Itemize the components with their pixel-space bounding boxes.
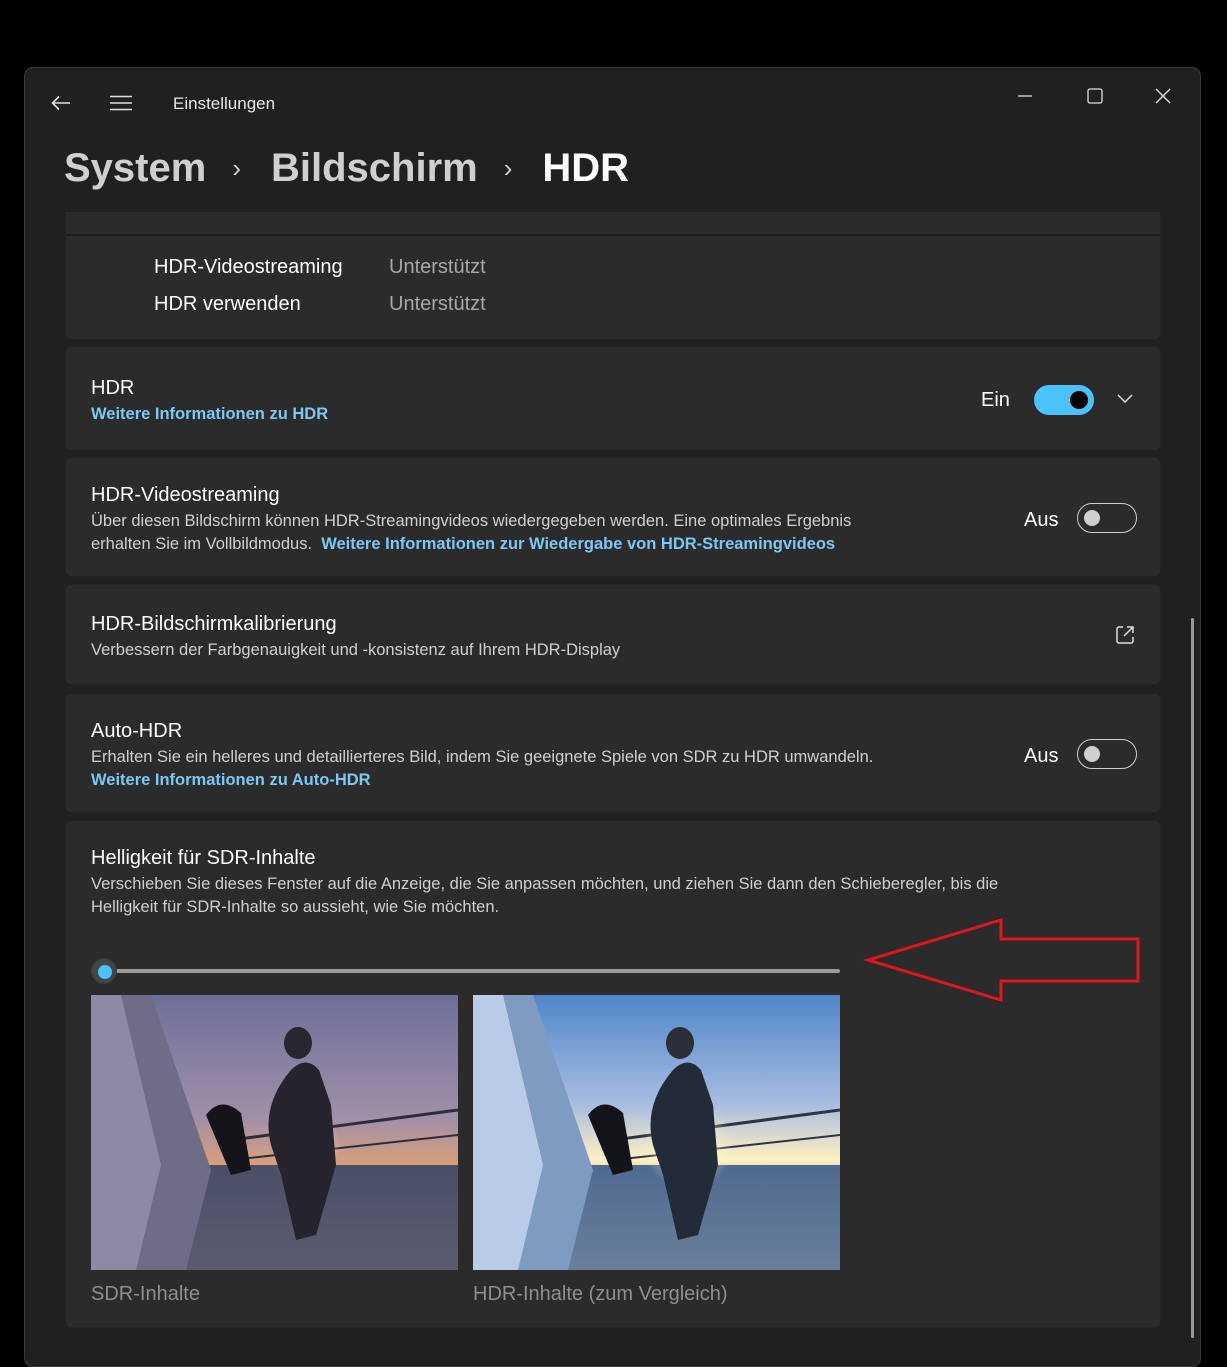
breadcrumb-separator: › bbox=[503, 152, 513, 183]
calibration-desc: Verbessern der Farbgenauigkeit und -kons… bbox=[91, 641, 621, 659]
close-button[interactable] bbox=[1133, 74, 1193, 118]
sdr-brightness-slider-thumb[interactable] bbox=[91, 958, 117, 984]
hdr-preview-image bbox=[473, 995, 840, 1270]
streaming-toggle[interactable] bbox=[1077, 503, 1137, 533]
hamburger-menu-icon bbox=[110, 95, 132, 111]
hdr-card[interactable]: HDR Weitere Informationen zu HDR Ein bbox=[65, 346, 1161, 451]
sdr-caption: SDR-Inhalte bbox=[91, 1283, 200, 1305]
capability-key: HDR verwenden bbox=[154, 293, 301, 315]
capability-value: Unterstützt bbox=[389, 293, 486, 315]
sdr-preview-image bbox=[91, 995, 458, 1270]
breadcrumb-system[interactable]: System bbox=[64, 146, 206, 191]
sdr-brightness-card: Helligkeit für SDR-Inhalte Verschieben S… bbox=[65, 820, 1161, 1328]
open-external-icon[interactable] bbox=[1115, 625, 1135, 645]
maximize-icon bbox=[1087, 88, 1103, 104]
streaming-title: HDR-Videostreaming bbox=[91, 484, 280, 506]
streaming-desc-line2: erhalten Sie im Vollbildmodus. Weitere I… bbox=[91, 533, 835, 556]
streaming-info-link[interactable]: Weitere Informationen zur Wiedergabe von… bbox=[321, 535, 835, 553]
hdr-streaming-card: HDR-Videostreaming Über diesen Bildschir… bbox=[65, 457, 1161, 577]
scrollbar[interactable] bbox=[1191, 618, 1194, 1338]
capability-key: HDR-Videostreaming bbox=[154, 256, 343, 278]
auto-hdr-card: Auto-HDR Erhalten Sie ein helleres und d… bbox=[65, 693, 1161, 813]
capabilities-card: HDR-Videostreaming Unterstützt HDR verwe… bbox=[65, 212, 1161, 340]
settings-window: Einstellungen System › Bildschirm › HDR … bbox=[24, 67, 1201, 1367]
auto-hdr-state-label: Aus bbox=[1024, 745, 1059, 767]
chevron-down-icon[interactable] bbox=[1117, 392, 1133, 404]
minimize-button[interactable] bbox=[995, 74, 1055, 118]
auto-hdr-toggle[interactable] bbox=[1077, 739, 1137, 769]
auto-hdr-info-link[interactable]: Weitere Informationen zu Auto-HDR bbox=[91, 769, 371, 792]
card-divider bbox=[66, 212, 1160, 236]
auto-hdr-desc: Erhalten Sie ein helleres und detaillier… bbox=[91, 748, 874, 766]
toggle-knob bbox=[1084, 745, 1100, 762]
hdr-state-label: Ein bbox=[981, 389, 1010, 411]
breadcrumb-separator: › bbox=[232, 152, 241, 183]
sdr-brightness-slider-track[interactable] bbox=[94, 969, 840, 973]
toggle-knob bbox=[1084, 509, 1100, 526]
calibration-card[interactable]: HDR-Bildschirmkalibrierung Verbessern de… bbox=[65, 584, 1161, 685]
sdr-brightness-title: Helligkeit für SDR-Inhalte bbox=[91, 847, 316, 869]
maximize-button[interactable] bbox=[1065, 74, 1125, 118]
hdr-title: HDR bbox=[91, 377, 135, 399]
sdr-brightness-desc-line1: Verschieben Sie dieses Fenster auf die A… bbox=[91, 875, 999, 893]
hdr-toggle[interactable] bbox=[1034, 385, 1094, 415]
hdr-info-link[interactable]: Weitere Informationen zu HDR bbox=[91, 403, 328, 426]
calibration-title: HDR-Bildschirmkalibrierung bbox=[91, 613, 337, 635]
back-button[interactable] bbox=[41, 83, 81, 123]
breadcrumb: System › Bildschirm › HDR bbox=[64, 140, 629, 196]
arrow-left-icon bbox=[51, 95, 70, 111]
streaming-desc-text: erhalten Sie im Vollbildmodus. bbox=[91, 535, 313, 553]
close-icon bbox=[1155, 88, 1171, 104]
toggle-knob bbox=[1070, 391, 1088, 409]
streaming-desc-line1: Über diesen Bildschirm können HDR-Stream… bbox=[91, 512, 852, 530]
breadcrumb-hdr: HDR bbox=[542, 145, 630, 190]
title-bar: Einstellungen bbox=[25, 68, 1200, 140]
streaming-state-label: Aus bbox=[1024, 509, 1059, 531]
menu-button[interactable] bbox=[101, 83, 141, 123]
capability-value: Unterstützt bbox=[389, 256, 486, 278]
hdr-caption: HDR-Inhalte (zum Vergleich) bbox=[473, 1283, 728, 1305]
breadcrumb-display[interactable]: Bildschirm bbox=[271, 146, 478, 191]
auto-hdr-title: Auto-HDR bbox=[91, 720, 183, 742]
app-title: Einstellungen bbox=[173, 94, 276, 113]
minimize-icon bbox=[1018, 95, 1032, 97]
red-arrow-annotation-icon bbox=[862, 917, 1140, 1003]
settings-content[interactable]: HDR-Videostreaming Unterstützt HDR verwe… bbox=[25, 212, 1200, 1366]
sdr-brightness-desc-line2: Helligkeit für SDR-Inhalte so aussieht, … bbox=[91, 898, 500, 916]
